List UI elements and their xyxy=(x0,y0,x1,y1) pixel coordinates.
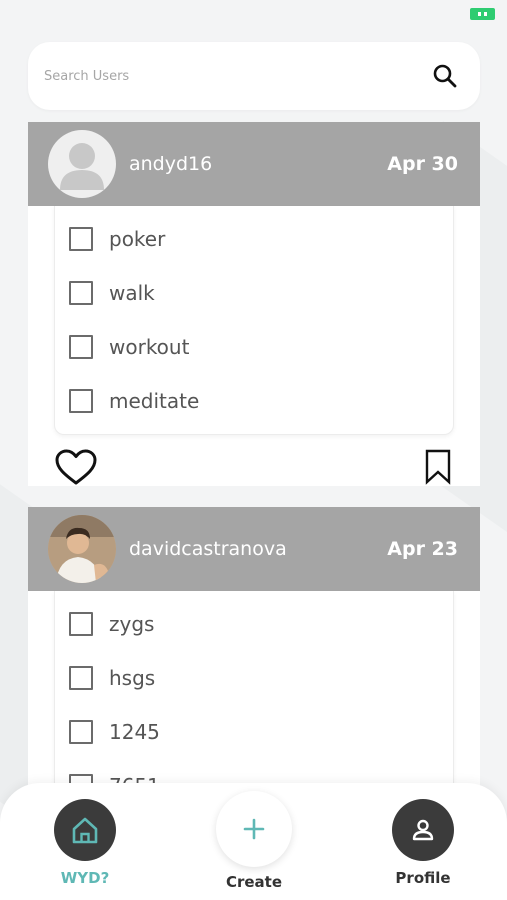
task-checkbox[interactable] xyxy=(69,612,93,636)
avatar[interactable] xyxy=(48,515,116,583)
task-item: walk xyxy=(69,266,453,320)
profile-button[interactable] xyxy=(392,799,454,861)
task-label: poker xyxy=(109,227,166,251)
task-checkbox[interactable] xyxy=(69,720,93,744)
post-date: Apr 30 xyxy=(387,153,458,175)
task-item: 1245 xyxy=(69,705,453,759)
task-checkbox[interactable] xyxy=(69,666,93,690)
user-icon xyxy=(412,819,434,841)
nav-home[interactable]: WYD? xyxy=(54,799,116,887)
task-label: meditate xyxy=(109,389,200,413)
home-button[interactable] xyxy=(54,799,116,861)
post-card: andyd16 Apr 30 poker walk workout medita… xyxy=(28,122,480,486)
search-bar xyxy=(28,42,480,110)
search-input[interactable] xyxy=(44,68,430,84)
task-item: workout xyxy=(69,320,453,374)
bottom-nav: WYD? Create Profile xyxy=(0,783,507,900)
post-username[interactable]: andyd16 xyxy=(129,153,387,175)
post-header: davidcastranova Apr 23 xyxy=(28,507,480,591)
search-button[interactable] xyxy=(430,61,460,91)
task-item: hsgs xyxy=(69,651,453,705)
task-item: meditate xyxy=(69,374,453,428)
task-item: poker xyxy=(69,212,453,266)
task-checkbox[interactable] xyxy=(69,389,93,413)
default-user-icon xyxy=(60,143,104,190)
nav-create-label: Create xyxy=(225,873,283,891)
task-label: hsgs xyxy=(109,666,156,690)
task-label: workout xyxy=(109,335,190,359)
task-checkbox[interactable] xyxy=(69,281,93,305)
nav-home-label: WYD? xyxy=(60,869,110,887)
task-list: poker walk workout meditate xyxy=(54,206,454,435)
post-header: andyd16 Apr 30 xyxy=(28,122,480,206)
avatar[interactable] xyxy=(48,130,116,198)
post-username[interactable]: davidcastranova xyxy=(129,538,387,560)
post-date: Apr 23 xyxy=(387,538,458,560)
task-checkbox[interactable] xyxy=(69,335,93,359)
task-item: zygs xyxy=(69,597,453,651)
heart-icon xyxy=(55,449,97,485)
nav-profile[interactable]: Profile xyxy=(392,799,454,887)
like-button[interactable] xyxy=(54,448,98,486)
home-icon xyxy=(72,817,98,844)
bookmark-button[interactable] xyxy=(424,449,452,485)
task-label: zygs xyxy=(109,612,155,636)
task-label: 1245 xyxy=(109,720,160,744)
search-icon xyxy=(433,64,457,88)
task-label: walk xyxy=(109,281,155,305)
post-card: davidcastranova Apr 23 zygs hsgs 1245 76… xyxy=(28,507,480,820)
task-checkbox[interactable] xyxy=(69,227,93,251)
plus-icon xyxy=(243,818,265,840)
nav-create[interactable]: Create xyxy=(216,791,292,891)
post-actions xyxy=(28,435,480,499)
bookmark-icon xyxy=(425,449,451,485)
user-photo-icon xyxy=(48,515,116,583)
create-button[interactable] xyxy=(216,791,292,867)
status-indicator-icon xyxy=(470,8,495,20)
nav-profile-label: Profile xyxy=(395,869,451,887)
